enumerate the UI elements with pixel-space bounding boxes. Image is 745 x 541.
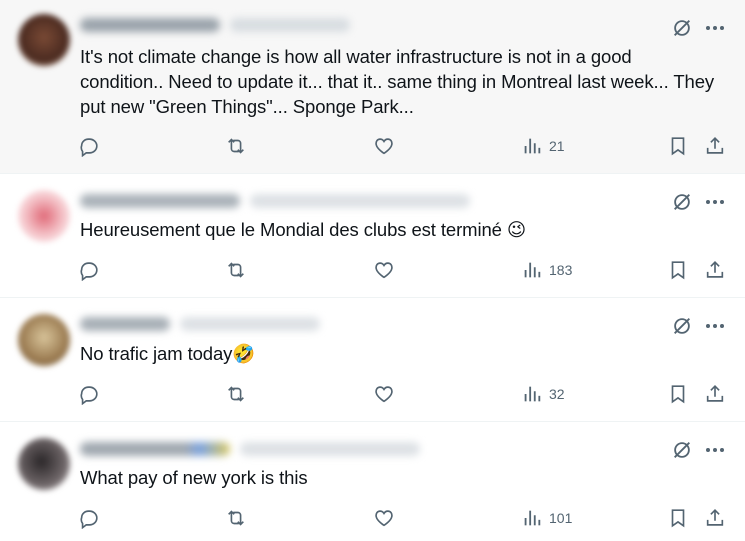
author-handle — [180, 317, 320, 331]
share-button[interactable] — [704, 133, 726, 159]
author-name[interactable] — [80, 194, 240, 208]
views-count: 101 — [549, 510, 573, 526]
post-text: Heureusement que le Mondial des clubs es… — [80, 219, 527, 240]
action-bar: 183 — [78, 257, 738, 283]
grok-icon[interactable] — [671, 439, 693, 461]
reply-button[interactable] — [78, 505, 100, 531]
bookmark-button[interactable] — [667, 381, 689, 407]
author-handle — [240, 442, 420, 456]
share-icon — [706, 137, 724, 154]
bookmark-button[interactable] — [667, 133, 689, 159]
repost-button[interactable] — [225, 133, 247, 159]
bookmark-button[interactable] — [667, 505, 689, 531]
grok-icon[interactable] — [671, 191, 693, 213]
author-name[interactable] — [80, 317, 170, 331]
repost-icon — [228, 138, 244, 154]
share-icon — [706, 261, 724, 278]
repost-button[interactable] — [225, 257, 247, 283]
avatar[interactable] — [18, 314, 70, 366]
like-icon — [375, 386, 393, 403]
repost-icon — [228, 262, 244, 278]
views-icon — [524, 510, 541, 526]
reply-post[interactable]: It's not climate change is how all water… — [0, 0, 745, 174]
share-button[interactable] — [704, 505, 726, 531]
post-text: What pay of new york is this — [80, 467, 308, 488]
more-icon[interactable] — [703, 439, 727, 461]
views-icon — [524, 386, 541, 402]
author-handle — [250, 194, 470, 208]
reply-button[interactable] — [78, 381, 100, 407]
reply-icon — [80, 262, 98, 281]
reply-button[interactable] — [78, 133, 100, 159]
views-button[interactable]: 21 — [521, 133, 565, 159]
post-header — [80, 190, 470, 212]
bookmark-icon — [671, 509, 685, 528]
share-button[interactable] — [704, 381, 726, 407]
views-icon — [524, 138, 541, 154]
avatar[interactable] — [18, 438, 70, 490]
like-button[interactable] — [373, 257, 395, 283]
views-count: 32 — [549, 386, 565, 402]
post-header — [80, 313, 320, 335]
views-count: 183 — [549, 262, 573, 278]
share-icon — [706, 509, 724, 526]
post-text: No trafic jam today🤣 — [80, 343, 256, 364]
reply-post[interactable]: No trafic jam today🤣 32 — [0, 298, 745, 422]
reply-icon — [80, 510, 98, 529]
repost-icon — [228, 386, 244, 402]
author-name[interactable] — [80, 442, 230, 456]
views-button[interactable]: 32 — [521, 381, 565, 407]
action-bar: 32 — [78, 381, 738, 407]
views-icon — [524, 262, 541, 278]
repost-button[interactable] — [225, 505, 247, 531]
bookmark-icon — [671, 261, 685, 280]
post-text: It's not climate change is how all water… — [80, 46, 715, 117]
reply-feed: It's not climate change is how all water… — [0, 0, 745, 541]
like-icon — [375, 510, 393, 527]
like-button[interactable] — [373, 133, 395, 159]
grok-icon[interactable] — [671, 315, 693, 337]
grok-icon[interactable] — [671, 17, 693, 39]
author-name[interactable] — [80, 18, 220, 32]
more-icon[interactable] — [703, 191, 727, 213]
share-button[interactable] — [704, 257, 726, 283]
post-header — [80, 438, 420, 460]
repost-icon — [228, 510, 244, 526]
repost-button[interactable] — [225, 381, 247, 407]
avatar[interactable] — [18, 14, 70, 66]
more-icon[interactable] — [703, 315, 727, 337]
share-icon — [706, 385, 724, 402]
reply-icon — [80, 138, 98, 157]
views-count: 21 — [549, 138, 565, 154]
avatar[interactable] — [18, 190, 70, 242]
more-icon[interactable] — [703, 17, 727, 39]
bookmark-icon — [671, 137, 685, 156]
reply-post[interactable]: Heureusement que le Mondial des clubs es… — [0, 174, 745, 298]
like-icon — [375, 262, 393, 279]
author-handle — [230, 18, 350, 32]
reply-post[interactable]: What pay of new york is this 101 — [0, 422, 745, 541]
like-icon — [375, 138, 393, 155]
reply-icon — [80, 386, 98, 405]
reply-button[interactable] — [78, 257, 100, 283]
bookmark-button[interactable] — [667, 257, 689, 283]
views-button[interactable]: 101 — [521, 505, 572, 531]
action-bar: 101 — [78, 505, 738, 531]
action-bar: 21 — [78, 133, 738, 159]
like-button[interactable] — [373, 381, 395, 407]
post-header — [80, 14, 350, 36]
bookmark-icon — [671, 385, 685, 404]
views-button[interactable]: 183 — [521, 257, 572, 283]
like-button[interactable] — [373, 505, 395, 531]
